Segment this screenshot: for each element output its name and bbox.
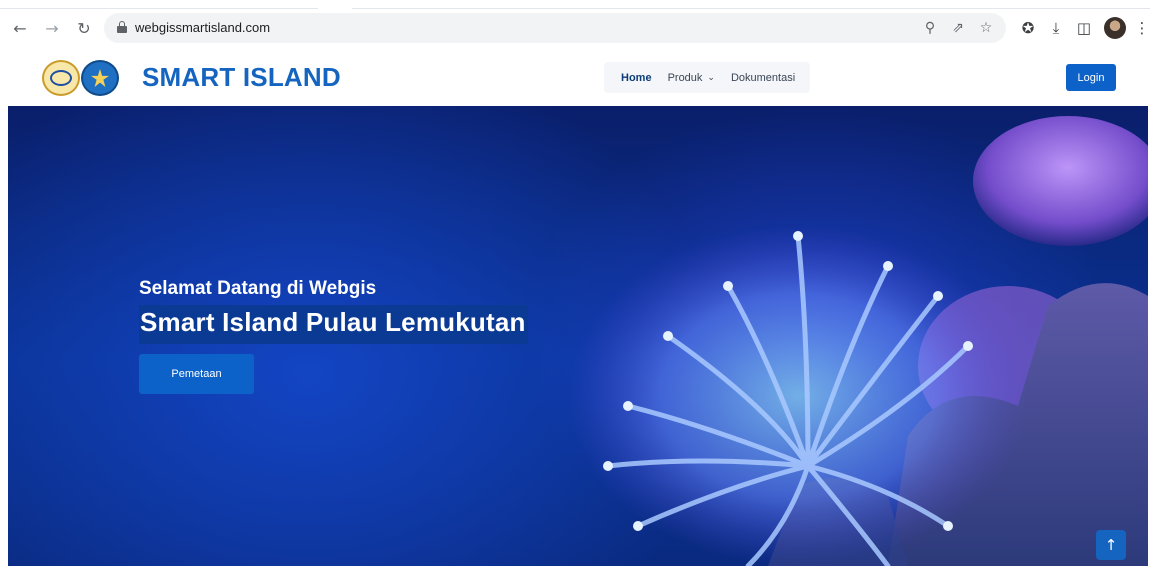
- url-text[interactable]: webgissmartisland.com: [135, 20, 270, 35]
- zoom-icon[interactable]: ⚲: [921, 19, 939, 37]
- chevron-down-icon: ⌄: [707, 72, 715, 83]
- nav-dokumentasi[interactable]: Dokumentasi: [731, 72, 795, 84]
- main-nav: Home Produk ⌄ Dokumentasi: [604, 62, 810, 93]
- nav-dokumentasi-label: Dokumentasi: [730, 71, 796, 84]
- active-tab[interactable]: [318, 0, 352, 9]
- ministry-logo: [81, 60, 119, 96]
- hero-welcome: Selamat Datang di Webgis: [139, 278, 377, 299]
- nav-home-label: Home: [621, 71, 652, 84]
- hero-headline: Smart Island Pulau Lemukutan: [139, 305, 528, 344]
- download-icon[interactable]: ⤓: [1045, 17, 1067, 39]
- share-icon[interactable]: ⇗: [949, 19, 967, 37]
- brand-title[interactable]: SMART ISLAND: [142, 62, 341, 93]
- reload-icon[interactable]: ↻: [73, 17, 95, 39]
- nav-produk-label: Produk: [667, 71, 703, 84]
- lock-icon[interactable]: [117, 21, 127, 33]
- login-button[interactable]: Login: [1066, 64, 1116, 91]
- kebab-menu-icon[interactable]: ⋮: [1131, 17, 1150, 39]
- side-panel-icon[interactable]: ◫: [1073, 17, 1095, 39]
- puzzle-icon[interactable]: ✪: [1017, 17, 1039, 39]
- address-bar[interactable]: webgissmartisland.com ⚲ ⇗ ☆: [104, 13, 1006, 43]
- arrow-left-icon[interactable]: ←: [9, 17, 31, 39]
- hero-banner: Selamat Datang di Webgis Smart Island Pu…: [8, 106, 1148, 566]
- pemetaan-button[interactable]: Pemetaan: [139, 354, 254, 394]
- star-icon[interactable]: ☆: [977, 19, 995, 37]
- arrow-up-icon[interactable]: ↑: [1096, 530, 1126, 560]
- profile-avatar[interactable]: [1104, 17, 1126, 39]
- nav-home[interactable]: Home: [621, 72, 652, 84]
- site-header: SMART ISLAND Home Produk ⌄ Dokumentasi Lo…: [8, 50, 1148, 106]
- nav-produk[interactable]: Produk ⌄: [668, 72, 715, 84]
- university-logo: [42, 60, 80, 96]
- arrow-right-icon[interactable]: →: [41, 17, 63, 39]
- tab-strip: [0, 0, 1150, 9]
- browser-chrome: ← → ↻ webgissmartisland.com ⚲ ⇗ ☆ ✪ ⤓ ◫ …: [0, 0, 1150, 50]
